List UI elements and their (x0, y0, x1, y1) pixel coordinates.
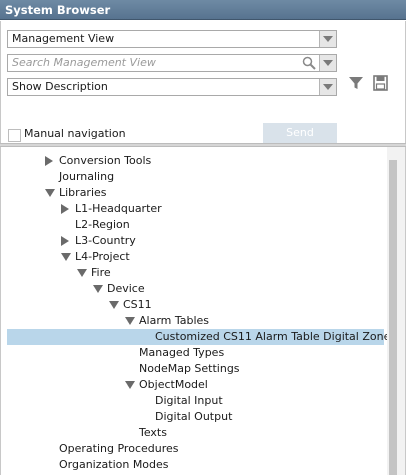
tree-item[interactable]: L2-Region (1, 217, 381, 233)
tree-item[interactable]: Conversion Tools (1, 153, 381, 169)
filter-icon[interactable] (348, 75, 364, 91)
tree-item[interactable]: ObjectModel (1, 377, 381, 393)
collapse-arrow-icon[interactable] (109, 301, 119, 309)
tree-item[interactable]: NodeMap Settings (1, 361, 381, 377)
tree-item-label: Device (107, 282, 145, 295)
tree-item-label: Conversion Tools (59, 154, 152, 167)
tree-item[interactable]: Journaling (1, 169, 381, 185)
search-placeholder: Search Management View (12, 56, 156, 69)
tree-item[interactable]: CS11 (1, 297, 381, 313)
collapse-arrow-icon[interactable] (45, 189, 55, 197)
tree-item[interactable]: Digital Output (1, 409, 381, 425)
tree-item-label: Digital Input (155, 394, 223, 407)
manual-navigation-label: Manual navigation (24, 127, 126, 140)
search-dropdown-icon[interactable] (319, 55, 336, 71)
tree-item[interactable]: Organization Modes (1, 457, 381, 473)
collapse-arrow-icon[interactable] (77, 269, 87, 277)
search-icon[interactable] (302, 56, 316, 70)
chevron-down-icon[interactable] (319, 79, 336, 95)
scrollbar-thumb[interactable] (389, 160, 397, 475)
tree-item-label: ObjectModel (139, 378, 208, 391)
tree-item-label: Texts (139, 426, 167, 439)
expand-arrow-icon[interactable] (61, 204, 69, 214)
filter-panel: Management View Search Management View S… (0, 21, 406, 143)
tree-item-label: L1-Headquarter (75, 202, 162, 215)
collapse-arrow-icon[interactable] (125, 381, 135, 389)
tree-item[interactable]: Customized CS11 Alarm Table Digital Zone… (7, 329, 396, 345)
tree-item[interactable]: L3-Country (1, 233, 381, 249)
tree-item-label: L4-Project (75, 250, 130, 263)
tree-item-label: Alarm Tables (139, 314, 210, 327)
expand-arrow-icon[interactable] (45, 156, 53, 166)
window-title: System Browser (0, 0, 406, 20)
tree-item[interactable]: L1-Headquarter (1, 201, 381, 217)
view-select[interactable]: Management View (7, 30, 337, 48)
tree-item-label: L3-Country (75, 234, 136, 247)
expand-arrow-icon[interactable] (61, 236, 69, 246)
search-input[interactable]: Search Management View (7, 54, 337, 72)
collapse-arrow-icon[interactable] (93, 285, 103, 293)
tree-item-label: Operating Procedures (59, 442, 179, 455)
tree-item-label: Managed Types (139, 346, 225, 359)
manual-navigation-checkbox[interactable] (8, 129, 21, 142)
tree-item-label: Libraries (59, 186, 107, 199)
collapse-arrow-icon[interactable] (61, 253, 71, 261)
tree-item[interactable]: Device (1, 281, 381, 297)
tree-view[interactable]: Conversion Tools Journaling Libraries L1-He… (0, 147, 406, 475)
chevron-down-icon[interactable] (319, 31, 336, 47)
view-select-value: Management View (12, 32, 115, 45)
save-icon[interactable] (373, 75, 388, 91)
description-select[interactable]: Show Description (7, 78, 337, 96)
tree-item-label: Digital Output (155, 410, 233, 423)
description-select-value: Show Description (12, 80, 108, 93)
tree-item-label: Fire (91, 266, 111, 279)
tree-item-label: Organization Modes (59, 458, 169, 471)
tree-item[interactable]: Operating Procedures (1, 441, 381, 457)
send-button[interactable]: Send (263, 123, 337, 143)
tree-item-label: NodeMap Settings (139, 362, 240, 375)
tree-item[interactable]: Fire (1, 265, 381, 281)
tree-item-label: Journaling (59, 170, 115, 183)
tree-item[interactable]: Digital Input (1, 393, 381, 409)
tree-item-label: Customized CS11 Alarm Table Digital Zone… (155, 330, 397, 343)
tree-item[interactable]: Managed Types (1, 345, 381, 361)
collapse-arrow-icon[interactable] (125, 317, 135, 325)
tree-item[interactable]: L4-Project (1, 249, 381, 265)
tree-item[interactable]: Texts (1, 425, 381, 441)
tree-item-label: CS11 (123, 298, 152, 311)
tree-item[interactable]: Libraries (1, 185, 381, 201)
tree-item[interactable]: Alarm Tables (1, 313, 381, 329)
tree-item-label: L2-Region (75, 218, 130, 231)
